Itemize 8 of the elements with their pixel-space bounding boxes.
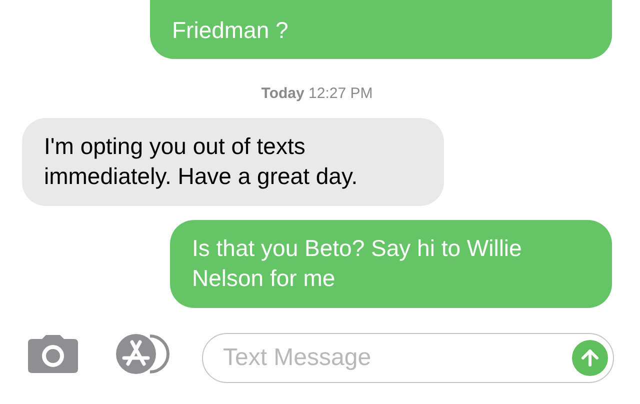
arrow-up-icon (580, 348, 600, 368)
app-store-icon[interactable] (114, 334, 172, 374)
received-message: I'm opting you out of texts immediately. Have a great day. (22, 118, 444, 206)
timestamp: Today 12:27 PM (261, 85, 373, 102)
camera-icon[interactable] (28, 335, 78, 373)
sent-message: Is that you Beto? Say hi to Willie Nelson for me (170, 220, 612, 308)
sent-message: Friedman ? (150, 0, 612, 59)
input-field[interactable]: Text Message (202, 333, 614, 383)
